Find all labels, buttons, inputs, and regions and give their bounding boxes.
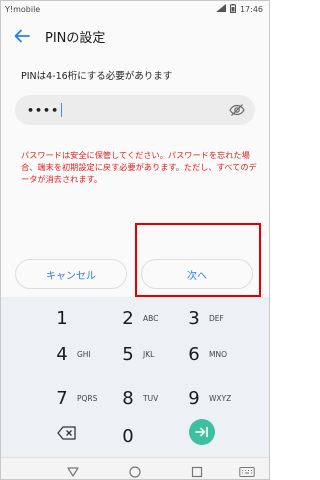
page-title: PINの設定: [45, 30, 106, 46]
key-digit: 7: [56, 387, 68, 409]
key-letters: DEF: [209, 313, 224, 323]
square-recents-icon: [191, 466, 203, 478]
key-digit: 8: [122, 387, 134, 409]
key-digit: 6: [188, 343, 200, 365]
status-icons: 17:46: [215, 3, 263, 15]
key-digit: 2: [122, 307, 134, 329]
navigation-bar: [1, 457, 269, 479]
keyboard-toggle-button[interactable]: [239, 463, 255, 479]
key-0[interactable]: 0: [119, 421, 189, 451]
key-2[interactable]: 2 ABC: [119, 303, 189, 333]
numeric-keypad: 1 2 ABC 3 DEF 4 GHI 5 JKL 6 MNO 7 PQRS 8: [1, 297, 269, 457]
backspace-icon: [57, 426, 76, 440]
key-3[interactable]: 3 DEF: [185, 303, 255, 333]
key-digit: 0: [122, 425, 134, 447]
key-1[interactable]: 1: [53, 303, 123, 333]
key-digit: 1: [56, 307, 68, 329]
signal-icon: [215, 4, 226, 14]
key-digit: 5: [122, 343, 134, 365]
battery-icon: [229, 3, 236, 15]
pin-hint: PINは4-16桁にする必要があります: [21, 71, 173, 82]
pin-value: ••••: [27, 103, 60, 117]
key-letters: PQRS: [77, 393, 98, 403]
nav-recents-button[interactable]: [191, 463, 203, 479]
text-caret: [61, 103, 63, 117]
key-digit: 4: [56, 343, 68, 365]
app-bar: PINの設定: [1, 17, 269, 55]
carrier-label: Y!mobile: [5, 4, 41, 14]
status-bar: Y!mobile 17:46: [1, 1, 269, 17]
key-letters: JKL: [143, 349, 155, 359]
key-letters: TUV: [143, 393, 159, 403]
pin-input[interactable]: ••••: [15, 95, 255, 125]
key-digit: 9: [188, 387, 200, 409]
enter-key[interactable]: [189, 419, 215, 445]
key-letters: MNO: [209, 349, 227, 359]
triangle-back-icon: [67, 467, 79, 477]
key-letters: GHI: [77, 349, 91, 359]
key-7[interactable]: 7 PQRS: [53, 383, 123, 413]
key-letters: WXYZ: [209, 393, 232, 403]
key-5[interactable]: 5 JKL: [119, 339, 189, 369]
backspace-key[interactable]: [57, 425, 77, 444]
key-4[interactable]: 4 GHI: [53, 339, 123, 369]
hide-password-icon[interactable]: [229, 102, 245, 118]
nav-back-button[interactable]: [67, 463, 79, 479]
warning-text: パスワードは安全に保管してください。パスワードを忘れた場合、端末を初期設定に戻す…: [21, 150, 257, 184]
arrow-left-icon: [14, 29, 30, 43]
key-8[interactable]: 8 TUV: [119, 383, 189, 413]
highlight-box: [135, 223, 261, 297]
circle-home-icon: [129, 466, 141, 478]
screen: Y!mobile 17:46 PINの設定 PINは4-16桁にする必要がありま…: [0, 0, 270, 480]
enter-arrow-icon: [195, 426, 208, 438]
cancel-button[interactable]: キャンセル: [15, 259, 127, 289]
key-9[interactable]: 9 WXYZ: [185, 383, 255, 413]
back-button[interactable]: [7, 17, 37, 55]
keyboard-icon: [239, 467, 255, 477]
key-digit: 3: [188, 307, 200, 329]
key-letters: ABC: [143, 313, 159, 323]
nav-home-button[interactable]: [129, 463, 141, 479]
clock: 17:46: [239, 4, 263, 14]
key-6[interactable]: 6 MNO: [185, 339, 255, 369]
